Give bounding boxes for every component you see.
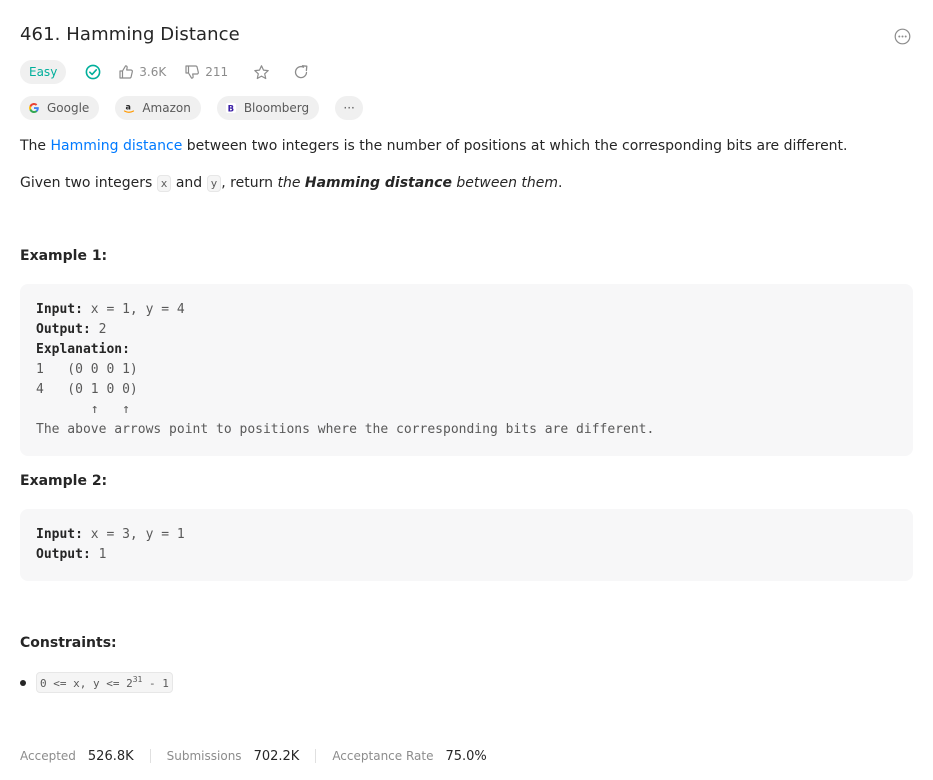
company-name: Amazon bbox=[142, 101, 191, 115]
stat-value: 702.2K bbox=[253, 748, 300, 764]
constraint-exponent: 31 bbox=[132, 675, 143, 684]
amazon-logo-icon: a bbox=[123, 102, 135, 114]
input-label: Input: bbox=[36, 527, 83, 542]
output-label: Output: bbox=[36, 547, 91, 562]
constraints-list: 0 <= x, y <= 231 - 1 bbox=[20, 672, 173, 693]
text-italic: between them bbox=[456, 175, 559, 191]
share-button[interactable] bbox=[292, 63, 310, 81]
svg-text:a: a bbox=[126, 103, 131, 112]
explanation-line: 4 (0 1 0 0) bbox=[36, 382, 138, 397]
stat-submissions: Submissions 702.2K bbox=[167, 749, 300, 764]
description-paragraph-1: The Hamming distance between two integer… bbox=[20, 136, 848, 156]
divider bbox=[315, 749, 317, 763]
explanation-label: Explanation: bbox=[36, 342, 130, 357]
explanation-line: The above arrows point to positions wher… bbox=[36, 422, 655, 437]
text-italic: the bbox=[277, 175, 301, 191]
divider bbox=[149, 749, 151, 763]
stat-value: 75.0% bbox=[445, 748, 487, 764]
inline-code-y: y bbox=[206, 175, 222, 192]
list-bullet bbox=[20, 679, 26, 686]
company-tags: Google a Amazon B Bloomberg ··· bbox=[20, 96, 379, 120]
google-logo-icon bbox=[28, 102, 40, 114]
example-2-block: Input: x = 3, y = 1 Output: 1 bbox=[20, 509, 913, 581]
dislike-count: 211 bbox=[205, 65, 229, 79]
example-2-heading: Example 2: bbox=[20, 473, 108, 489]
description-paragraph-2: Given two integers x and y, return the H… bbox=[20, 173, 562, 194]
title-row: 461. Hamming Distance bbox=[20, 22, 913, 48]
text-bold-italic: Hamming distance bbox=[304, 175, 452, 191]
output-label: Output: bbox=[36, 322, 91, 337]
company-tag-bloomberg[interactable]: B Bloomberg bbox=[216, 96, 320, 120]
favorite-button[interactable] bbox=[252, 63, 270, 81]
bloomberg-logo-icon: B bbox=[225, 102, 237, 114]
text: The bbox=[20, 138, 51, 154]
example-1-heading: Example 1: bbox=[20, 248, 108, 264]
text: and bbox=[171, 175, 207, 191]
inline-code-x: x bbox=[156, 175, 172, 192]
stat-value: 526.8K bbox=[87, 748, 134, 764]
constraint-text: - 1 bbox=[142, 677, 169, 690]
input-value: x = 1, y = 4 bbox=[82, 302, 185, 317]
text: , return bbox=[221, 175, 278, 191]
stat-label: Acceptance Rate bbox=[332, 749, 434, 763]
text: . bbox=[558, 175, 563, 191]
solved-check-icon bbox=[84, 63, 102, 81]
input-value: x = 3, y = 1 bbox=[82, 527, 185, 542]
like-button[interactable]: 3.6K bbox=[118, 64, 166, 80]
more-horizontal-icon bbox=[894, 28, 910, 44]
like-count: 3.6K bbox=[139, 65, 167, 79]
more-tags-button[interactable]: ··· bbox=[335, 96, 364, 120]
hamming-distance-link[interactable]: Hamming distance bbox=[51, 138, 183, 154]
meta-row: Easy 3.6K 211 bbox=[20, 59, 310, 85]
explanation-line: ↑ ↑ bbox=[36, 402, 130, 417]
stats-bar: Accepted 526.8K Submissions 702.2K Accep… bbox=[20, 746, 487, 766]
constraint-text: 0 <= x, y <= 2 bbox=[40, 677, 133, 690]
company-name: Google bbox=[47, 101, 90, 115]
constraint-item: 0 <= x, y <= 231 - 1 bbox=[36, 672, 173, 693]
input-label: Input: bbox=[36, 302, 83, 317]
stat-acceptance-rate: Acceptance Rate 75.0% bbox=[332, 749, 486, 764]
output-value: 1 bbox=[90, 547, 107, 562]
company-name: Bloomberg bbox=[243, 101, 310, 115]
share-icon bbox=[295, 65, 308, 79]
difficulty-badge: Easy bbox=[20, 60, 67, 84]
company-tag-google[interactable]: Google bbox=[20, 96, 100, 120]
text: between two integers is the number of po… bbox=[182, 138, 848, 154]
company-tag-amazon[interactable]: a Amazon bbox=[115, 96, 201, 120]
dislike-button[interactable]: 211 bbox=[184, 64, 228, 80]
problem-title[interactable]: 461. Hamming Distance bbox=[20, 22, 913, 48]
stat-accepted: Accepted 526.8K bbox=[20, 749, 134, 764]
more-options-button[interactable] bbox=[891, 25, 913, 47]
stat-label: Submissions bbox=[166, 749, 242, 763]
text: Given two integers bbox=[20, 175, 157, 191]
output-value: 2 bbox=[90, 322, 107, 337]
stat-label: Accepted bbox=[20, 749, 76, 763]
svg-text:B: B bbox=[227, 104, 233, 114]
thumbs-up-icon bbox=[119, 65, 134, 79]
explanation-line: 1 (0 0 0 1) bbox=[36, 362, 138, 377]
example-1-block: Input: x = 1, y = 4 Output: 2 Explanatio… bbox=[20, 284, 913, 456]
constraints-heading: Constraints: bbox=[20, 635, 117, 651]
star-icon bbox=[253, 64, 269, 79]
thumbs-down-icon bbox=[185, 65, 200, 79]
